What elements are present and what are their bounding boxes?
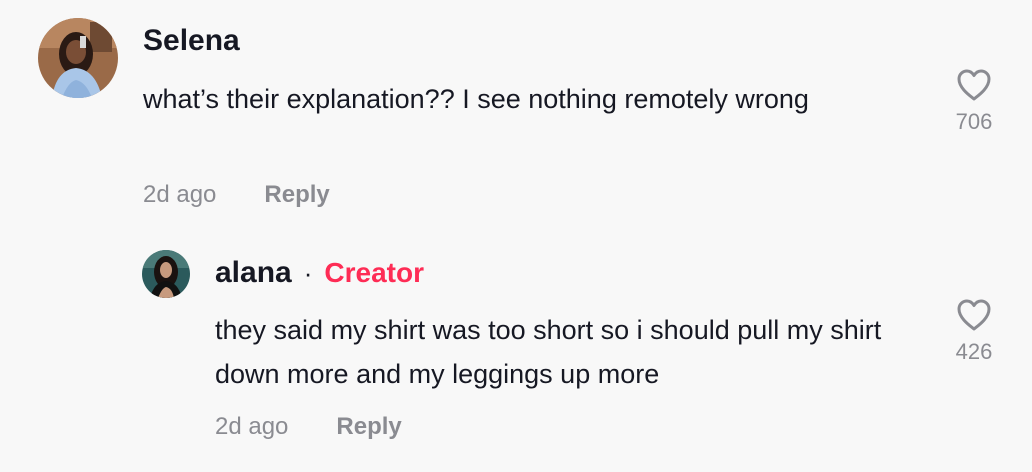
- comment-meta: 2d ago Reply: [143, 181, 330, 209]
- comment-meta: 2d ago Reply: [215, 413, 402, 441]
- like-count: 706: [955, 109, 993, 134]
- like-button[interactable]: 706: [944, 68, 1004, 135]
- reply-button[interactable]: Reply: [336, 413, 401, 441]
- like-button[interactable]: 426: [944, 298, 1004, 365]
- reply-button[interactable]: Reply: [264, 181, 329, 209]
- comment-timestamp: 2d ago: [215, 413, 289, 440]
- creator-badge: Creator: [324, 257, 424, 288]
- comment-username[interactable]: Selena: [143, 24, 240, 58]
- comment-timestamp: 2d ago: [143, 181, 217, 208]
- comment-text: what’s their explanation?? I see nothing…: [143, 84, 809, 114]
- avatar[interactable]: [38, 18, 118, 98]
- avatar[interactable]: [142, 250, 190, 298]
- reply-header: alana · Creator: [215, 256, 424, 290]
- comment-text: they said my shirt was too short so i sh…: [215, 315, 882, 389]
- like-count: 426: [955, 339, 993, 364]
- comment-username[interactable]: alana: [215, 256, 292, 290]
- heart-outline-icon: [956, 68, 992, 107]
- heart-outline-icon: [956, 298, 992, 337]
- separator-dot: ·: [303, 258, 313, 288]
